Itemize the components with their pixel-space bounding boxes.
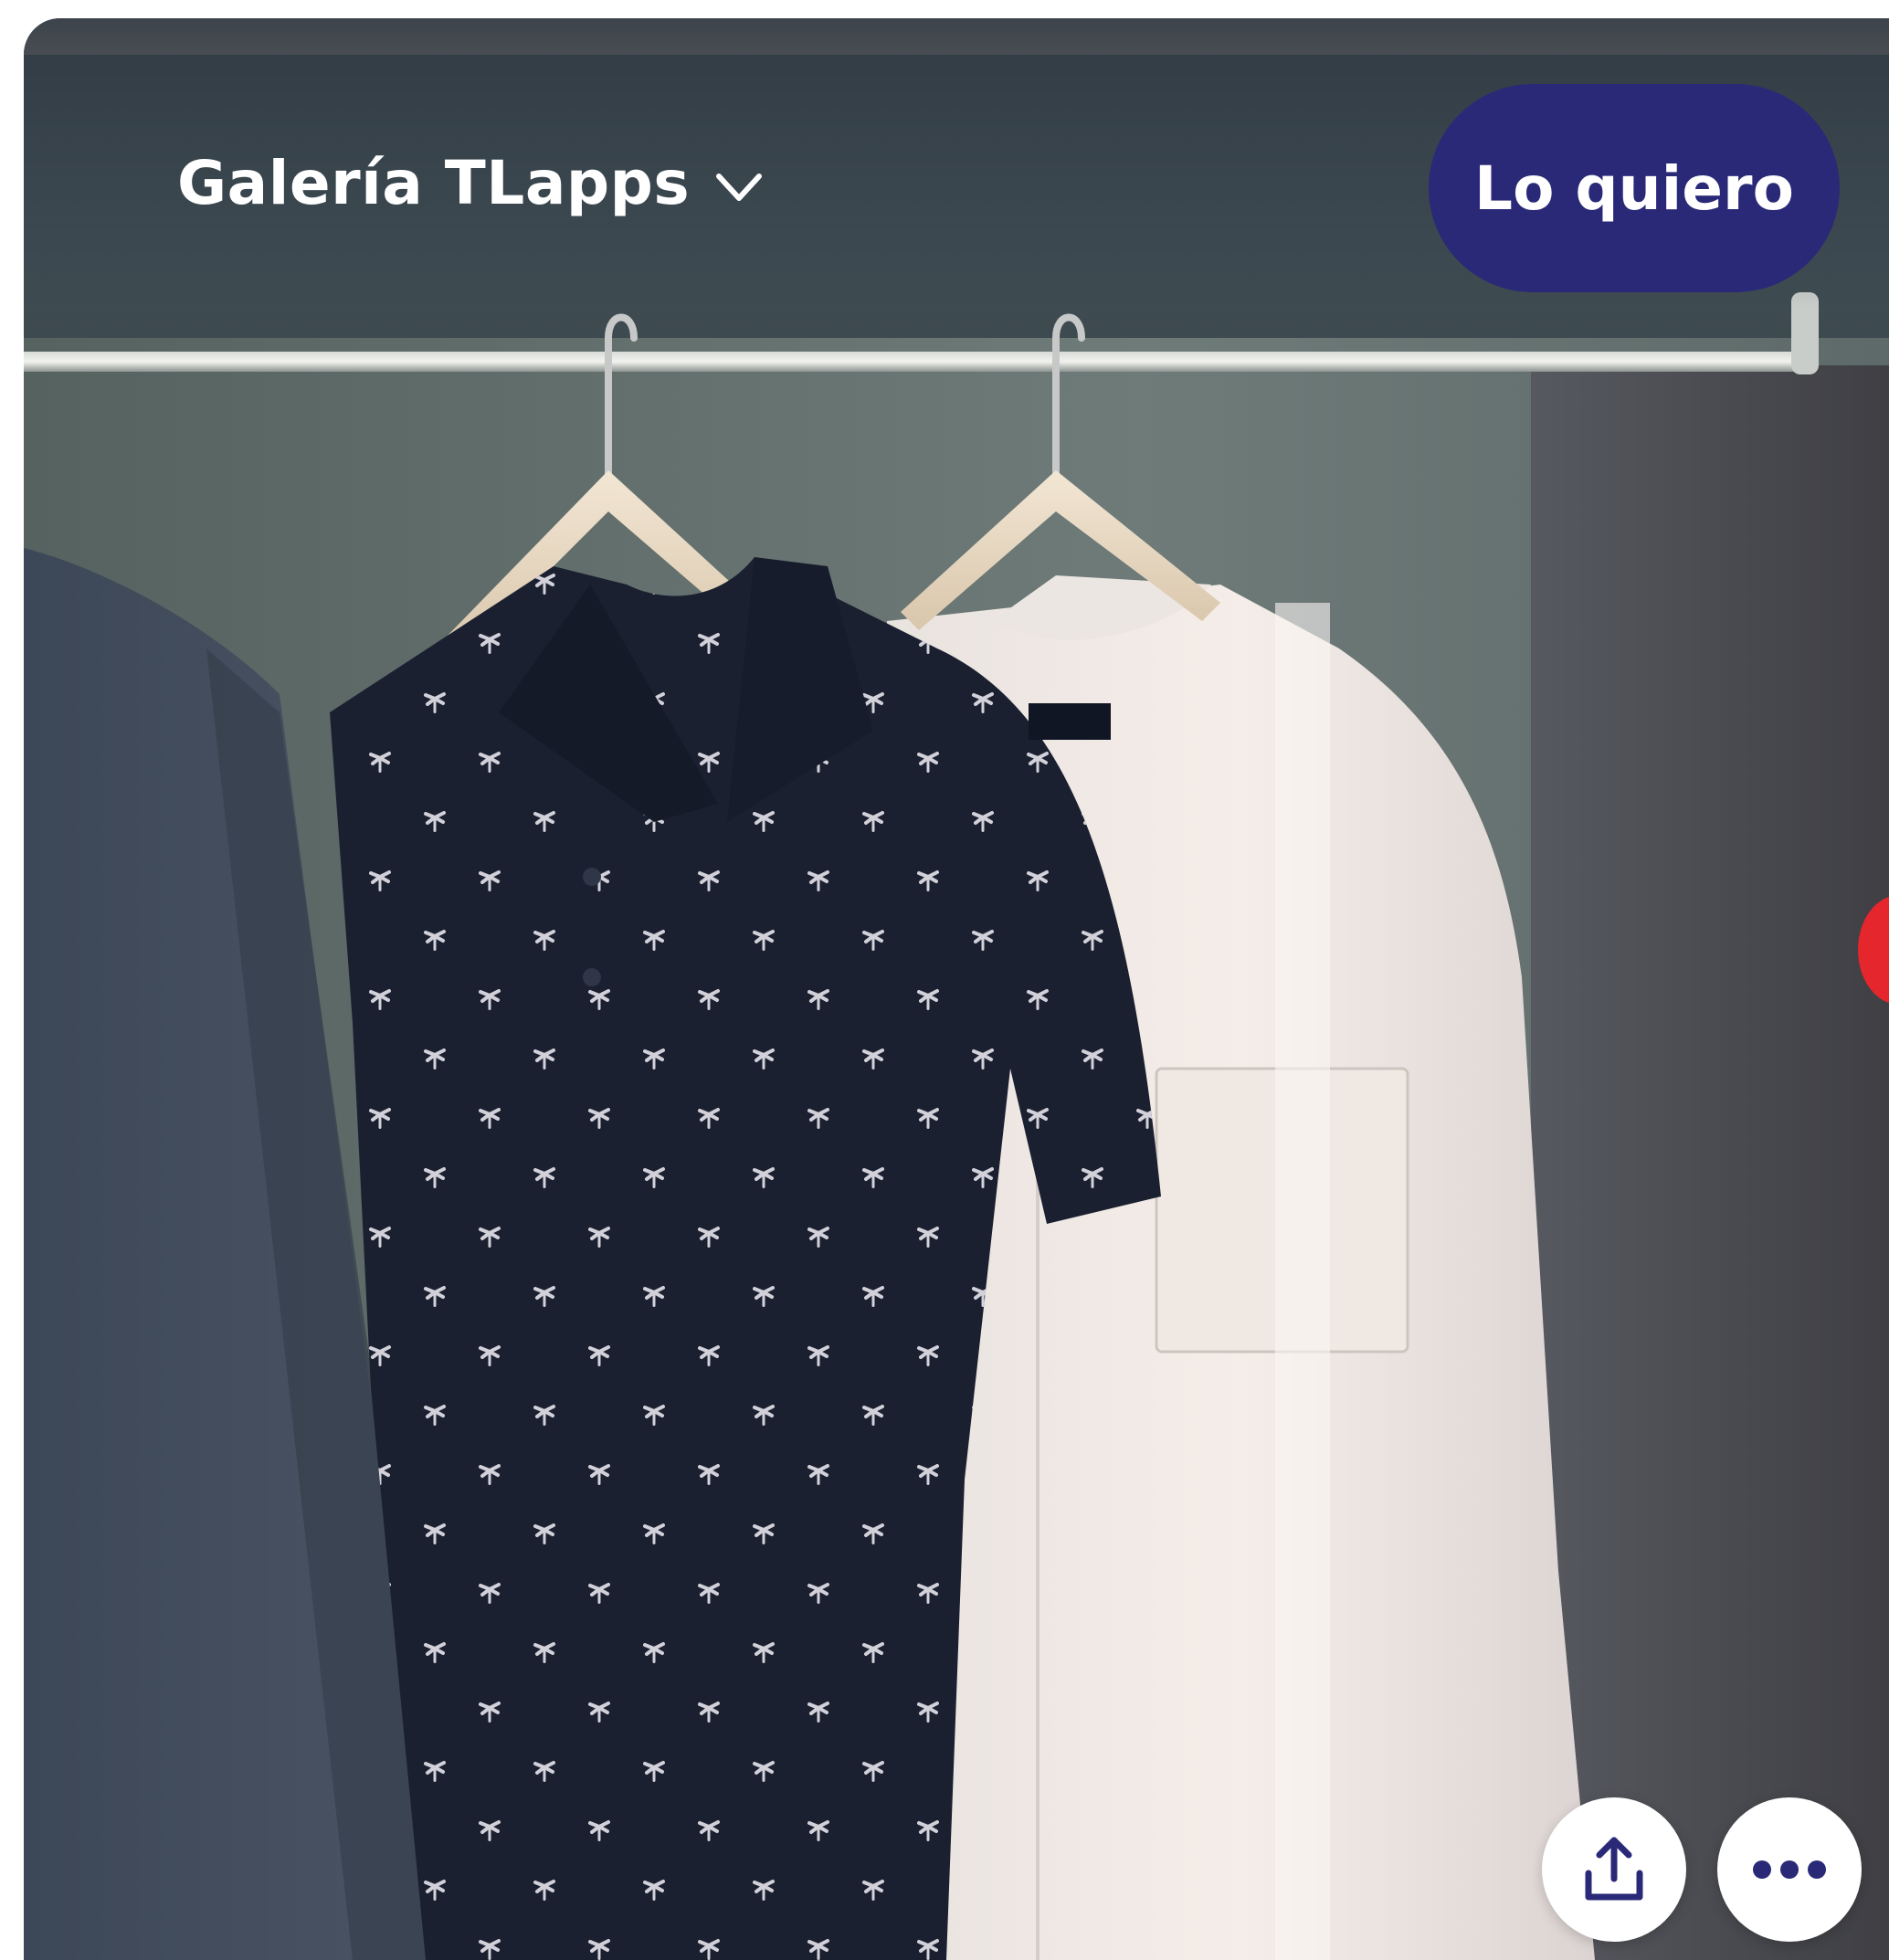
more-horizontal-icon	[1753, 1860, 1826, 1879]
gallery-title: Galería TLapps	[177, 147, 691, 218]
share-upload-icon	[1585, 1837, 1643, 1901]
gallery-selector[interactable]: Galería TLapps	[177, 137, 765, 228]
gallery-card: Galería TLapps Lo quiero	[24, 18, 1889, 1960]
chevron-down-icon	[716, 174, 763, 201]
more-options-button[interactable]	[1717, 1797, 1862, 1942]
lo-quiero-button[interactable]: Lo quiero	[1429, 84, 1840, 292]
clothes-photo[interactable]	[24, 18, 1889, 1960]
share-button[interactable]	[1542, 1797, 1686, 1942]
